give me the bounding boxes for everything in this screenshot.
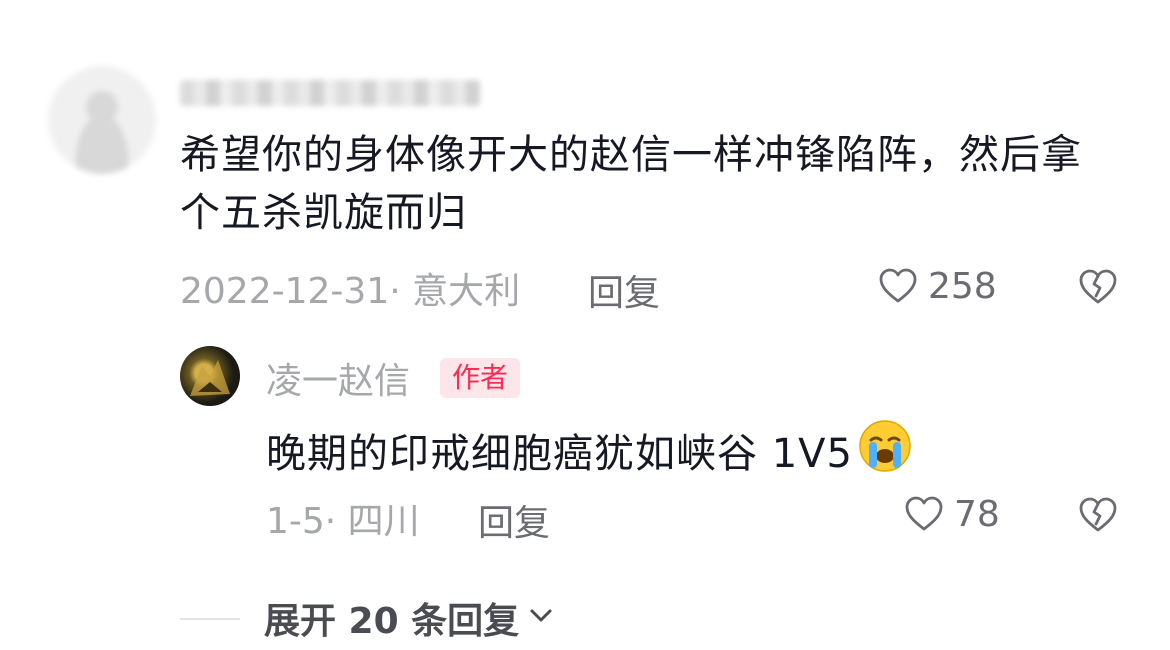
commenter-avatar[interactable] <box>48 66 156 174</box>
author-badge: 作者 <box>440 358 521 398</box>
heart-outline-icon <box>904 495 944 535</box>
comment-reply-button[interactable]: 回复 <box>588 264 660 316</box>
comment-like-button[interactable]: 258 <box>878 266 997 307</box>
heart-outline-icon <box>878 267 918 307</box>
chevron-down-icon <box>527 598 555 639</box>
reply-reply-button[interactable]: 回复 <box>478 494 550 546</box>
expand-divider <box>180 618 240 620</box>
crying-face-emoji-icon <box>857 418 913 490</box>
commenter-username[interactable] <box>180 80 480 106</box>
comment-dislike-button[interactable] <box>1078 268 1118 312</box>
comment-thread: 希望你的身体像开大的赵信一样冲锋陷阵，然后拿个五杀凯旋而归 2022-12-31… <box>0 0 1170 650</box>
reply-avatar[interactable] <box>180 346 240 406</box>
comment-meta: 2022-12-31· 意大利 <box>180 271 521 312</box>
reply-username[interactable]: 凌一赵信 <box>266 352 410 404</box>
reply-text-row: 晚期的印戒细胞癌犹如峡谷 1V5 <box>266 418 913 490</box>
reply-like-button[interactable]: 78 <box>904 494 1000 535</box>
comment-like-count: 258 <box>928 266 997 307</box>
comment-text: 希望你的身体像开大的赵信一样冲锋陷阵，然后拿个五杀凯旋而归 <box>180 132 1082 236</box>
reply-text: 晚期的印戒细胞癌犹如峡谷 1V5 <box>266 431 853 477</box>
reply-like-count: 78 <box>954 494 1000 535</box>
reply-meta: 1-5· 四川 <box>266 501 420 542</box>
broken-heart-icon <box>1078 269 1118 312</box>
reply-dislike-button[interactable] <box>1078 496 1118 540</box>
expand-replies-label: 展开 20 条回复 <box>264 601 520 642</box>
expand-replies-button[interactable]: 展开 20 条回复 <box>264 592 555 644</box>
broken-heart-icon <box>1078 497 1118 540</box>
